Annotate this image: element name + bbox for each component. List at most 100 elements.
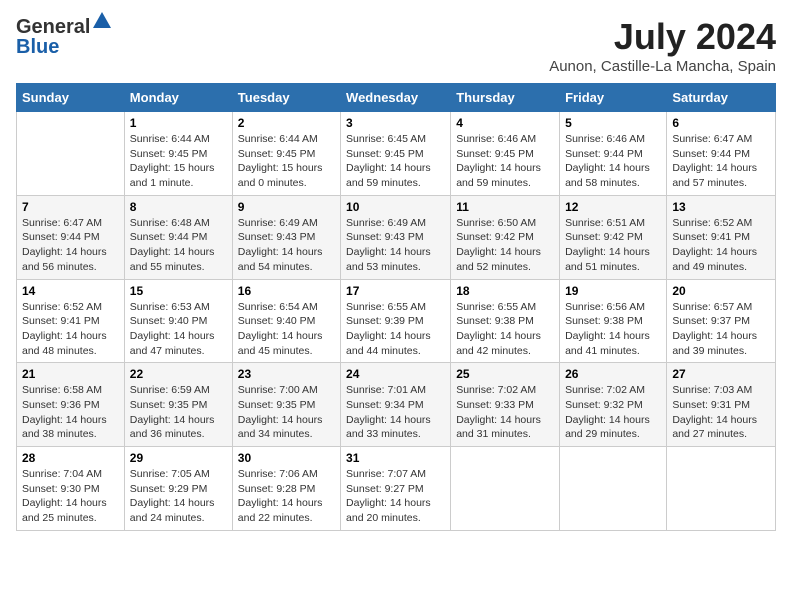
- day-number: 25: [456, 367, 554, 381]
- day-number: 17: [346, 284, 445, 298]
- day-number: 14: [22, 284, 119, 298]
- day-info: Sunrise: 7:00 AM Sunset: 9:35 PM Dayligh…: [238, 383, 335, 442]
- week-row-3: 14 Sunrise: 6:52 AM Sunset: 9:41 PM Dayli…: [17, 279, 776, 363]
- day-info: Sunrise: 7:04 AM Sunset: 9:30 PM Dayligh…: [22, 467, 119, 526]
- day-number: 28: [22, 451, 119, 465]
- day-cell: 3Sunrise: 6:45 AM Sunset: 9:45 PM Daylig…: [341, 112, 451, 196]
- day-info: Sunrise: 6:53 AM Sunset: 9:40 PM Dayligh…: [130, 300, 227, 359]
- day-number: 6: [672, 116, 770, 130]
- week-row-5: 28 Sunrise: 7:04 AM Sunset: 9:30 PM Dayli…: [17, 447, 776, 531]
- day-number: 9: [238, 200, 335, 214]
- day-cell: 7 Sunrise: 6:47 AM Sunset: 9:44 PM Daylig…: [17, 195, 125, 279]
- day-cell: 17 Sunrise: 6:55 AM Sunset: 9:39 PM Dayli…: [341, 279, 451, 363]
- day-cell: 15 Sunrise: 6:53 AM Sunset: 9:40 PM Dayli…: [124, 279, 232, 363]
- day-info: Sunrise: 7:06 AM Sunset: 9:28 PM Dayligh…: [238, 467, 335, 526]
- day-cell: 13Sunrise: 6:52 AM Sunset: 9:41 PM Dayli…: [667, 195, 776, 279]
- day-info: Sunrise: 6:52 AM Sunset: 9:41 PM Dayligh…: [22, 300, 119, 359]
- day-info: Sunrise: 7:02 AM Sunset: 9:32 PM Dayligh…: [565, 383, 661, 442]
- day-cell: 18 Sunrise: 6:55 AM Sunset: 9:38 PM Dayli…: [451, 279, 560, 363]
- day-cell: 16Sunrise: 6:54 AM Sunset: 9:40 PM Dayli…: [232, 279, 340, 363]
- day-number: 29: [130, 451, 227, 465]
- week-row-1: 1 Sunrise: 6:44 AM Sunset: 9:45 PM Daylig…: [17, 112, 776, 196]
- day-cell: 28 Sunrise: 7:04 AM Sunset: 9:30 PM Dayli…: [17, 447, 125, 531]
- day-info: Sunrise: 6:46 AM Sunset: 9:45 PM Dayligh…: [456, 132, 554, 191]
- day-info: Sunrise: 6:44 AM Sunset: 9:45 PM Dayligh…: [130, 132, 227, 191]
- day-number: 7: [22, 200, 119, 214]
- day-cell: [451, 447, 560, 531]
- day-cell: 25Sunrise: 7:02 AM Sunset: 9:33 PM Dayli…: [451, 363, 560, 447]
- day-cell: 27 Sunrise: 7:03 AM Sunset: 9:31 PM Dayli…: [667, 363, 776, 447]
- week-row-4: 21 Sunrise: 6:58 AM Sunset: 9:36 PM Dayli…: [17, 363, 776, 447]
- day-number: 10: [346, 200, 445, 214]
- day-info: Sunrise: 6:55 AM Sunset: 9:38 PM Dayligh…: [456, 300, 554, 359]
- day-number: 11: [456, 200, 554, 214]
- day-cell: 11 Sunrise: 6:50 AM Sunset: 9:42 PM Dayli…: [451, 195, 560, 279]
- calendar-title: July 2024: [549, 16, 776, 58]
- header-cell-wednesday: Wednesday: [341, 84, 451, 112]
- day-info: Sunrise: 6:44 AM Sunset: 9:45 PM Dayligh…: [238, 132, 335, 191]
- logo-triangle-icon: [93, 12, 111, 28]
- day-cell: 5 Sunrise: 6:46 AM Sunset: 9:44 PM Daylig…: [560, 112, 667, 196]
- day-number: 27: [672, 367, 770, 381]
- day-info: Sunrise: 6:55 AM Sunset: 9:39 PM Dayligh…: [346, 300, 445, 359]
- day-cell: 21 Sunrise: 6:58 AM Sunset: 9:36 PM Dayli…: [17, 363, 125, 447]
- day-cell: 31Sunrise: 7:07 AM Sunset: 9:27 PM Dayli…: [341, 447, 451, 531]
- day-cell: 19Sunrise: 6:56 AM Sunset: 9:38 PM Dayli…: [560, 279, 667, 363]
- day-number: 5: [565, 116, 661, 130]
- day-cell: 29 Sunrise: 7:05 AM Sunset: 9:29 PM Dayli…: [124, 447, 232, 531]
- day-info: Sunrise: 6:57 AM Sunset: 9:37 PM Dayligh…: [672, 300, 770, 359]
- header-cell-thursday: Thursday: [451, 84, 560, 112]
- day-number: 22: [130, 367, 227, 381]
- day-number: 8: [130, 200, 227, 214]
- day-info: Sunrise: 7:05 AM Sunset: 9:29 PM Dayligh…: [130, 467, 227, 526]
- logo-general: General: [16, 17, 90, 37]
- week-row-2: 7 Sunrise: 6:47 AM Sunset: 9:44 PM Daylig…: [17, 195, 776, 279]
- day-cell: 24 Sunrise: 7:01 AM Sunset: 9:34 PM Dayli…: [341, 363, 451, 447]
- day-info: Sunrise: 6:51 AM Sunset: 9:42 PM Dayligh…: [565, 216, 661, 275]
- day-cell: 12 Sunrise: 6:51 AM Sunset: 9:42 PM Dayli…: [560, 195, 667, 279]
- day-info: Sunrise: 6:48 AM Sunset: 9:44 PM Dayligh…: [130, 216, 227, 275]
- day-cell: 8 Sunrise: 6:48 AM Sunset: 9:44 PM Daylig…: [124, 195, 232, 279]
- day-number: 26: [565, 367, 661, 381]
- header-cell-tuesday: Tuesday: [232, 84, 340, 112]
- day-cell: [560, 447, 667, 531]
- header: General Blue July 2024 Aunon, Castille-L…: [16, 16, 776, 75]
- day-cell: 30 Sunrise: 7:06 AM Sunset: 9:28 PM Dayli…: [232, 447, 340, 531]
- day-number: 16: [238, 284, 335, 298]
- header-cell-sunday: Sunday: [17, 84, 125, 112]
- day-info: Sunrise: 6:47 AM Sunset: 9:44 PM Dayligh…: [22, 216, 119, 275]
- day-number: 21: [22, 367, 119, 381]
- day-number: 4: [456, 116, 554, 130]
- day-cell: 14 Sunrise: 6:52 AM Sunset: 9:41 PM Dayli…: [17, 279, 125, 363]
- day-info: Sunrise: 7:03 AM Sunset: 9:31 PM Dayligh…: [672, 383, 770, 442]
- calendar-subtitle: Aunon, Castille-La Mancha, Spain: [549, 58, 776, 75]
- day-cell: 1 Sunrise: 6:44 AM Sunset: 9:45 PM Daylig…: [124, 112, 232, 196]
- day-number: 24: [346, 367, 445, 381]
- day-number: 30: [238, 451, 335, 465]
- day-info: Sunrise: 6:59 AM Sunset: 9:35 PM Dayligh…: [130, 383, 227, 442]
- day-number: 18: [456, 284, 554, 298]
- day-number: 12: [565, 200, 661, 214]
- day-info: Sunrise: 6:58 AM Sunset: 9:36 PM Dayligh…: [22, 383, 119, 442]
- day-info: Sunrise: 6:56 AM Sunset: 9:38 PM Dayligh…: [565, 300, 661, 359]
- logo: General Blue: [16, 16, 111, 57]
- day-cell: 2Sunrise: 6:44 AM Sunset: 9:45 PM Daylig…: [232, 112, 340, 196]
- day-number: 1: [130, 116, 227, 130]
- calendar-table: SundayMondayTuesdayWednesdayThursdayFrid…: [16, 83, 776, 531]
- day-info: Sunrise: 6:45 AM Sunset: 9:45 PM Dayligh…: [346, 132, 445, 191]
- day-cell: 10 Sunrise: 6:49 AM Sunset: 9:43 PM Dayli…: [341, 195, 451, 279]
- day-info: Sunrise: 6:52 AM Sunset: 9:41 PM Dayligh…: [672, 216, 770, 275]
- day-info: Sunrise: 7:07 AM Sunset: 9:27 PM Dayligh…: [346, 467, 445, 526]
- day-number: 20: [672, 284, 770, 298]
- day-cell: [17, 112, 125, 196]
- header-cell-friday: Friday: [560, 84, 667, 112]
- day-cell: 23Sunrise: 7:00 AM Sunset: 9:35 PM Dayli…: [232, 363, 340, 447]
- day-info: Sunrise: 6:50 AM Sunset: 9:42 PM Dayligh…: [456, 216, 554, 275]
- day-cell: 22 Sunrise: 6:59 AM Sunset: 9:35 PM Dayli…: [124, 363, 232, 447]
- day-info: Sunrise: 7:01 AM Sunset: 9:34 PM Dayligh…: [346, 383, 445, 442]
- day-info: Sunrise: 6:49 AM Sunset: 9:43 PM Dayligh…: [346, 216, 445, 275]
- day-cell: 9 Sunrise: 6:49 AM Sunset: 9:43 PM Daylig…: [232, 195, 340, 279]
- day-number: 15: [130, 284, 227, 298]
- day-info: Sunrise: 6:49 AM Sunset: 9:43 PM Dayligh…: [238, 216, 335, 275]
- day-info: Sunrise: 6:46 AM Sunset: 9:44 PM Dayligh…: [565, 132, 661, 191]
